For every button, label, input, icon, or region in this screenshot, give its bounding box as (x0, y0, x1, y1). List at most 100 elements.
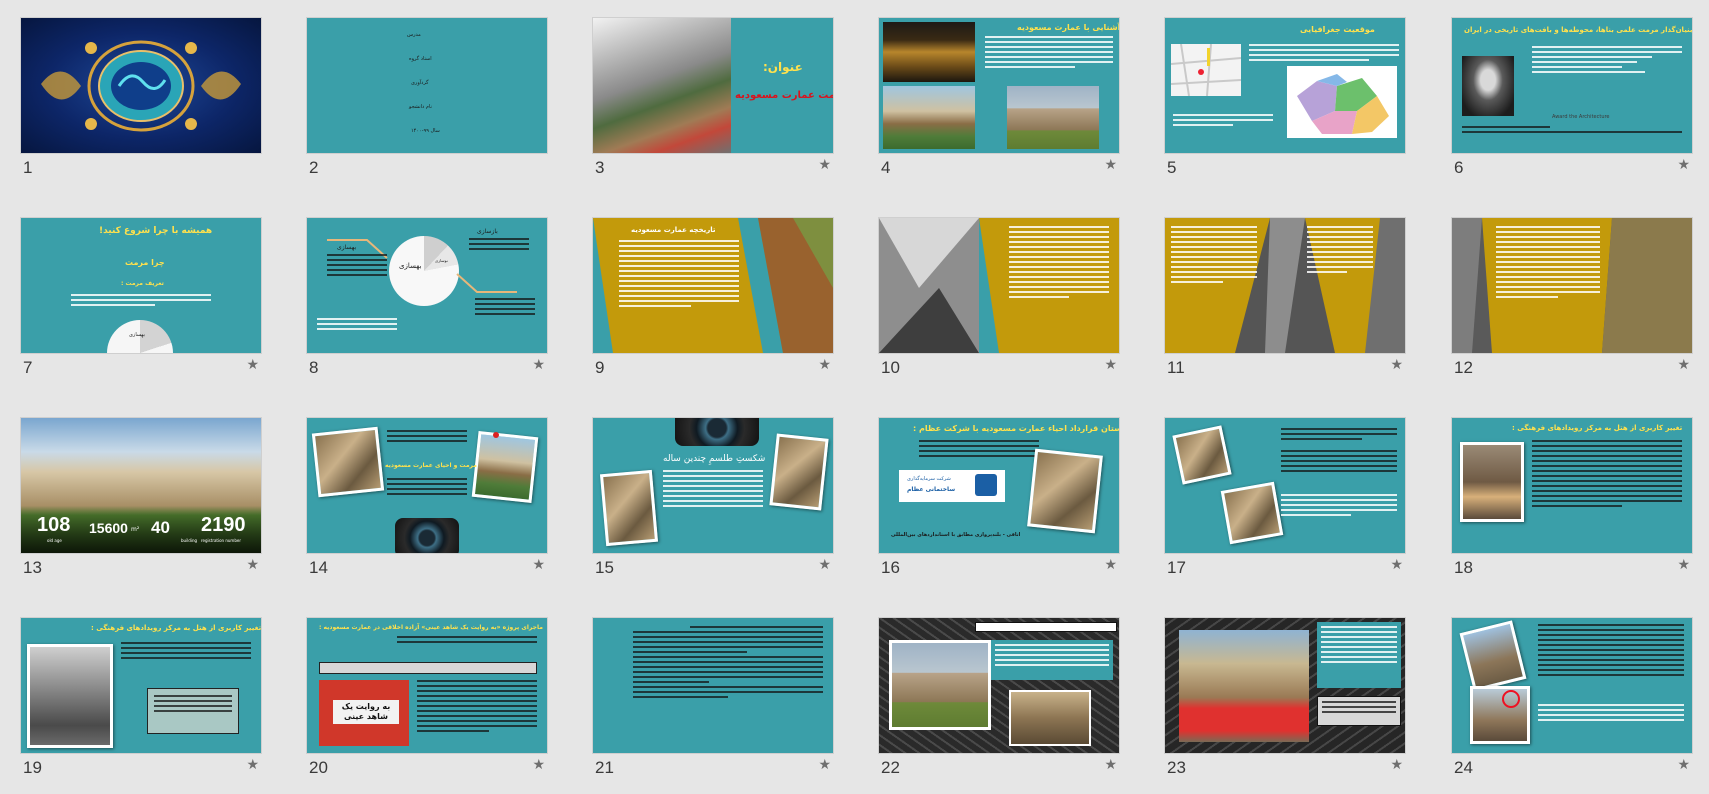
star-icon[interactable]: ★ (1677, 557, 1690, 573)
camera-lens (395, 518, 459, 553)
slide-item-20[interactable]: ماجرای پروژه «به روایت یک شاهد عینی» آزا… (307, 618, 547, 794)
slide-number: 14 (309, 558, 328, 577)
slide-thumbnail-12[interactable] (1452, 218, 1692, 353)
star-icon[interactable]: ★ (1104, 157, 1117, 173)
building-photo (883, 86, 975, 149)
slide-thumbnail-7[interactable]: همیشه با چرا شروع کنید! چرا مرمت تعریف م… (21, 218, 261, 353)
slide-thumbnail-21[interactable] (593, 618, 833, 753)
text-block (985, 36, 1113, 71)
slide-item-14[interactable]: مرمت و احیای عمارت مسعودیه 14 ★ (307, 418, 547, 594)
slide-thumbnail-2[interactable]: مدرس استاد گروه گردآوری نام دانشجو سال ۹… (307, 18, 547, 153)
text-block (1538, 624, 1684, 679)
slide-thumbnail-6[interactable]: بنیان‌گذار مرمت علمی بناها، محوطه‌ها و ب… (1452, 18, 1692, 153)
slide-item-12[interactable]: 12 ★ (1452, 218, 1692, 394)
slide-item-15[interactable]: شکستِ طلسمِ چندین ساله 15 ★ (593, 418, 833, 594)
star-icon[interactable]: ★ (1677, 757, 1690, 773)
slide-thumbnail-19[interactable]: تغییر کاربری از هتل به مرکز رویدادهای فر… (21, 618, 261, 753)
slide-item-8[interactable]: بهسازی نوسازی بهسازی بازسازی 8 ★ (307, 218, 547, 394)
star-icon[interactable]: ★ (1677, 157, 1690, 173)
building-photo (1179, 630, 1309, 742)
slide-item-3[interactable]: عنوان: مرمت عمارت مسعودیه 3 ★ (593, 18, 833, 194)
slide-title: شکستِ طلسمِ چندین ساله (663, 454, 766, 464)
star-icon[interactable]: ★ (1104, 557, 1117, 573)
text-block (995, 644, 1109, 669)
slide-item-18[interactable]: تغییر کاربری از هتل به مرکز رویدادهای فر… (1452, 418, 1692, 594)
star-icon[interactable]: ★ (246, 357, 259, 373)
star-icon[interactable]: ★ (1104, 357, 1117, 373)
slide-thumbnail-15[interactable]: شکستِ طلسمِ چندین ساله (593, 418, 833, 553)
street-map (1170, 43, 1242, 97)
highlight-text: مرمت و احیای عمارت مسعودیه (385, 462, 477, 469)
slide-item-1[interactable]: 1 (21, 18, 261, 194)
slide-item-6[interactable]: بنیان‌گذار مرمت علمی بناها، محوطه‌ها و ب… (1452, 18, 1692, 194)
slide-thumbnail-13[interactable]: 108 old age 15600 m² 40 building 2190 re… (21, 418, 261, 553)
text-block (619, 240, 739, 310)
slide-item-2[interactable]: مدرس استاد گروه گردآوری نام دانشجو سال ۹… (307, 18, 547, 194)
slide-thumbnail-4[interactable]: آشنایی با عمارت مسعودیه (879, 18, 1119, 153)
star-icon[interactable]: ★ (532, 757, 545, 773)
star-icon[interactable]: ★ (532, 557, 545, 573)
star-icon[interactable]: ★ (246, 557, 259, 573)
star-icon[interactable]: ★ (1390, 357, 1403, 373)
slide-thumbnail-22[interactable] (879, 618, 1119, 753)
slide-thumbnail-24[interactable] (1452, 618, 1692, 753)
slide-number: 3 (595, 158, 605, 177)
slide-item-24[interactable]: 24 ★ (1452, 618, 1692, 794)
slide-thumbnail-9[interactable]: تاریخچه عمارت مسعودیه (593, 218, 833, 353)
slide-title: داستان قرارداد احیاء عمارت مسعودیه با شر… (913, 424, 1119, 433)
slide-item-19[interactable]: تغییر کاربری از هتل به مرکز رویدادهای فر… (21, 618, 261, 794)
slide-thumbnail-18[interactable]: تغییر کاربری از هتل به مرکز رویدادهای فر… (1452, 418, 1692, 553)
star-icon[interactable]: ★ (1390, 757, 1403, 773)
slide-subtitle: چرا مرمت (125, 258, 165, 267)
slide-thumbnail-23[interactable] (1165, 618, 1405, 753)
slide-item-5[interactable]: موقعیت جغرافیایی 5 (1165, 18, 1405, 194)
star-icon[interactable]: ★ (1104, 757, 1117, 773)
star-icon[interactable]: ★ (818, 357, 831, 373)
poster-text: به روایت یک شاهد عینی (333, 700, 399, 724)
text-block (1281, 494, 1397, 519)
star-icon[interactable]: ★ (818, 757, 831, 773)
slide-thumbnail-1[interactable] (21, 18, 261, 153)
poster-image: به روایت یک شاهد عینی (319, 680, 409, 746)
slide-thumbnail-8[interactable]: بهسازی نوسازی بهسازی بازسازی (307, 218, 547, 353)
slide-item-7[interactable]: همیشه با چرا شروع کنید! چرا مرمت تعریف م… (21, 218, 261, 394)
slide-thumbnail-14[interactable]: مرمت و احیای عمارت مسعودیه (307, 418, 547, 553)
star-icon[interactable]: ★ (1390, 557, 1403, 573)
star-icon[interactable]: ★ (532, 357, 545, 373)
slide-title: موقعیت جغرافیایی (1300, 25, 1375, 34)
stat-label: registration number (201, 538, 241, 543)
star-icon[interactable]: ★ (1677, 357, 1690, 373)
star-icon[interactable]: ★ (246, 757, 259, 773)
star-icon[interactable]: ★ (818, 557, 831, 573)
slide-item-4[interactable]: آشنایی با عمارت مسعودیه 4 ★ (879, 18, 1119, 194)
slide-thumbnail-16[interactable]: داستان قرارداد احیاء عمارت مسعودیه با شر… (879, 418, 1119, 553)
footer-text: اتاقی - بلند‌پروازی مطابق با استانداردها… (891, 532, 1021, 538)
slide-item-10[interactable]: 10 ★ (879, 218, 1119, 394)
slide-thumbnail-20[interactable]: ماجرای پروژه «به روایت یک شاهد عینی» آزا… (307, 618, 547, 753)
slide-thumbnail-5[interactable]: موقعیت جغرافیایی (1165, 18, 1405, 153)
star-icon[interactable]: ★ (818, 157, 831, 173)
slide-number: 23 (1167, 758, 1186, 777)
slide-item-16[interactable]: داستان قرارداد احیاء عمارت مسعودیه با شر… (879, 418, 1119, 594)
slide-item-23[interactable]: 23 ★ (1165, 618, 1405, 794)
stat-label: old age (47, 538, 62, 543)
slide-item-11[interactable]: 11 ★ (1165, 218, 1405, 394)
slide-item-17[interactable]: 17 ★ (1165, 418, 1405, 594)
text-block (1496, 226, 1600, 301)
slide-item-9[interactable]: تاریخچه عمارت مسعودیه 9 ★ (593, 218, 833, 394)
portrait-photo (1462, 56, 1514, 116)
slide-thumbnail-10[interactable] (879, 218, 1119, 353)
slide-thumbnail-11[interactable] (1165, 218, 1405, 353)
slide-item-21[interactable]: 21 ★ (593, 618, 833, 794)
slide-number: 19 (23, 758, 42, 777)
slide-item-22[interactable]: 22 ★ (879, 618, 1119, 794)
slide-number: 15 (595, 558, 614, 577)
slide-item-13[interactable]: 108 old age 15600 m² 40 building 2190 re… (21, 418, 261, 594)
polaroid-photo (1220, 481, 1284, 545)
slide-title: تغییر کاربری از هتل به مرکز رویدادهای فر… (1512, 424, 1683, 432)
polaroid-photo (1460, 442, 1524, 522)
stat-value: 40 (151, 518, 170, 537)
text-box (975, 622, 1117, 632)
slide-thumbnail-3[interactable]: عنوان: مرمت عمارت مسعودیه (593, 18, 833, 153)
slide-thumbnail-17[interactable] (1165, 418, 1405, 553)
